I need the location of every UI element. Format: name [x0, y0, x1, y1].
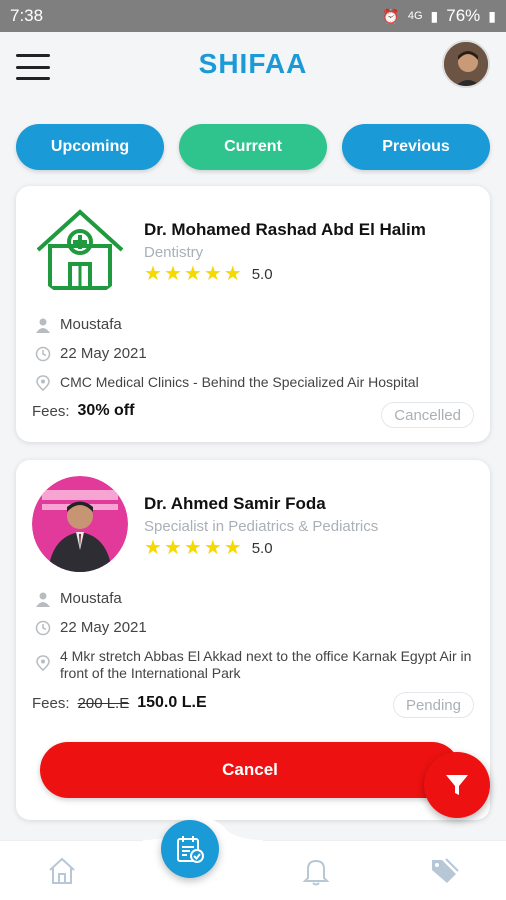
fees-row: Fees: 200 L.E 150.0 L.E	[32, 694, 207, 712]
doctor-name: Dr. Ahmed Samir Foda	[144, 494, 326, 513]
appointment-location: 4 Mkr stretch Abbas El Akkad next to the…	[60, 648, 472, 681]
fees-value: 150.0 L.E	[137, 694, 207, 711]
tag-icon	[432, 858, 459, 883]
fees-row: Fees: 30% off	[32, 402, 134, 420]
bell-icon	[302, 859, 330, 886]
battery-icon: ▮	[488, 7, 496, 24]
nav-notifications[interactable]	[300, 855, 332, 887]
clock-icon	[32, 345, 54, 363]
doctor-photo-icon	[32, 476, 128, 572]
person-icon	[32, 590, 54, 608]
star-icon: ★	[144, 537, 162, 559]
status-badge: Pending	[392, 692, 474, 718]
date-row: 22 May 2021	[32, 619, 480, 637]
tab-upcoming[interactable]: Upcoming	[16, 124, 164, 170]
clock-icon	[32, 619, 54, 637]
fees-label: Fees:	[32, 402, 70, 420]
star-icon: ★	[203, 537, 222, 559]
nav-appointments[interactable]	[161, 820, 219, 878]
clinic-house-icon	[32, 202, 128, 298]
app-bar: SHIFAA	[0, 32, 506, 102]
status-icons: ⏰ 4G ▮ 76% ▮	[382, 6, 496, 26]
doctor-specialty: Specialist in Pediatrics & Pediatrics	[144, 518, 379, 535]
star-icon: ★	[163, 537, 182, 559]
appointment-date: 22 May 2021	[60, 345, 147, 362]
profile-avatar[interactable]	[442, 40, 490, 88]
appointment-location: CMC Medical Clinics - Behind the Special…	[60, 374, 419, 390]
rating-value: 5.0	[251, 265, 273, 283]
doctor-specialty: Dentistry	[144, 244, 204, 261]
filter-button[interactable]	[424, 752, 490, 818]
fees-value: 30% off	[77, 402, 135, 419]
date-row: 22 May 2021	[32, 345, 480, 363]
doctor-photo	[32, 476, 128, 572]
rating-value: 5.0	[251, 539, 273, 557]
clinic-image	[32, 202, 128, 298]
appointment-date: 22 May 2021	[60, 619, 147, 636]
star-icon: ★	[183, 263, 202, 285]
star-icon: ★	[223, 263, 242, 285]
status-badge: Cancelled	[381, 402, 474, 428]
filter-icon	[446, 775, 468, 795]
location-row: CMC Medical Clinics - Behind the Special…	[32, 374, 480, 392]
patient-name: Moustafa	[60, 590, 122, 607]
doctor-rating: ★ ★ ★ ★ ★ 5.0	[144, 538, 273, 558]
doctor-rating: ★ ★ ★ ★ ★ 5.0	[144, 264, 273, 284]
fees-label: Fees:	[32, 694, 70, 712]
nav-home[interactable]	[46, 855, 78, 887]
star-icon: ★	[163, 263, 182, 285]
status-time: 7:38	[10, 6, 44, 25]
status-bar: 7:38 ⏰ 4G ▮ 76% ▮	[0, 0, 506, 32]
avatar-icon	[444, 42, 488, 86]
tab-current[interactable]: Current	[179, 124, 327, 170]
location-pin-icon	[32, 374, 54, 392]
signal-icon: ▮	[430, 7, 439, 24]
fees-original-price: 200 L.E	[77, 694, 130, 712]
appointment-tabs: Upcoming Current Previous	[16, 124, 490, 170]
nav-offers[interactable]	[428, 855, 460, 887]
appointment-card[interactable]: Dr. Mohamed Rashad Abd El Halim Dentistr…	[16, 186, 490, 442]
alarm-icon: ⏰	[382, 7, 400, 24]
home-icon	[49, 857, 75, 884]
battery-text: 76%	[446, 6, 481, 25]
network-label: 4G	[407, 10, 423, 22]
location-pin-icon	[32, 654, 54, 672]
star-icon: ★	[144, 263, 162, 285]
star-icon: ★	[183, 537, 202, 559]
doctor-name: Dr. Mohamed Rashad Abd El Halim	[144, 220, 426, 239]
appointment-card[interactable]: Dr. Ahmed Samir Foda Specialist in Pedia…	[16, 460, 490, 820]
person-icon	[32, 316, 54, 334]
patient-name: Moustafa	[60, 316, 122, 333]
star-icon: ★	[203, 263, 222, 285]
calendar-check-icon	[177, 836, 204, 863]
star-icon: ★	[223, 537, 242, 559]
location-row: 4 Mkr stretch Abbas El Akkad next to the…	[32, 648, 480, 682]
patient-row: Moustafa	[32, 316, 480, 334]
app-logo: SHIFAA	[198, 48, 308, 79]
cancel-button[interactable]: Cancel	[40, 742, 460, 798]
tab-previous[interactable]: Previous	[342, 124, 490, 170]
patient-row: Moustafa	[32, 590, 480, 608]
